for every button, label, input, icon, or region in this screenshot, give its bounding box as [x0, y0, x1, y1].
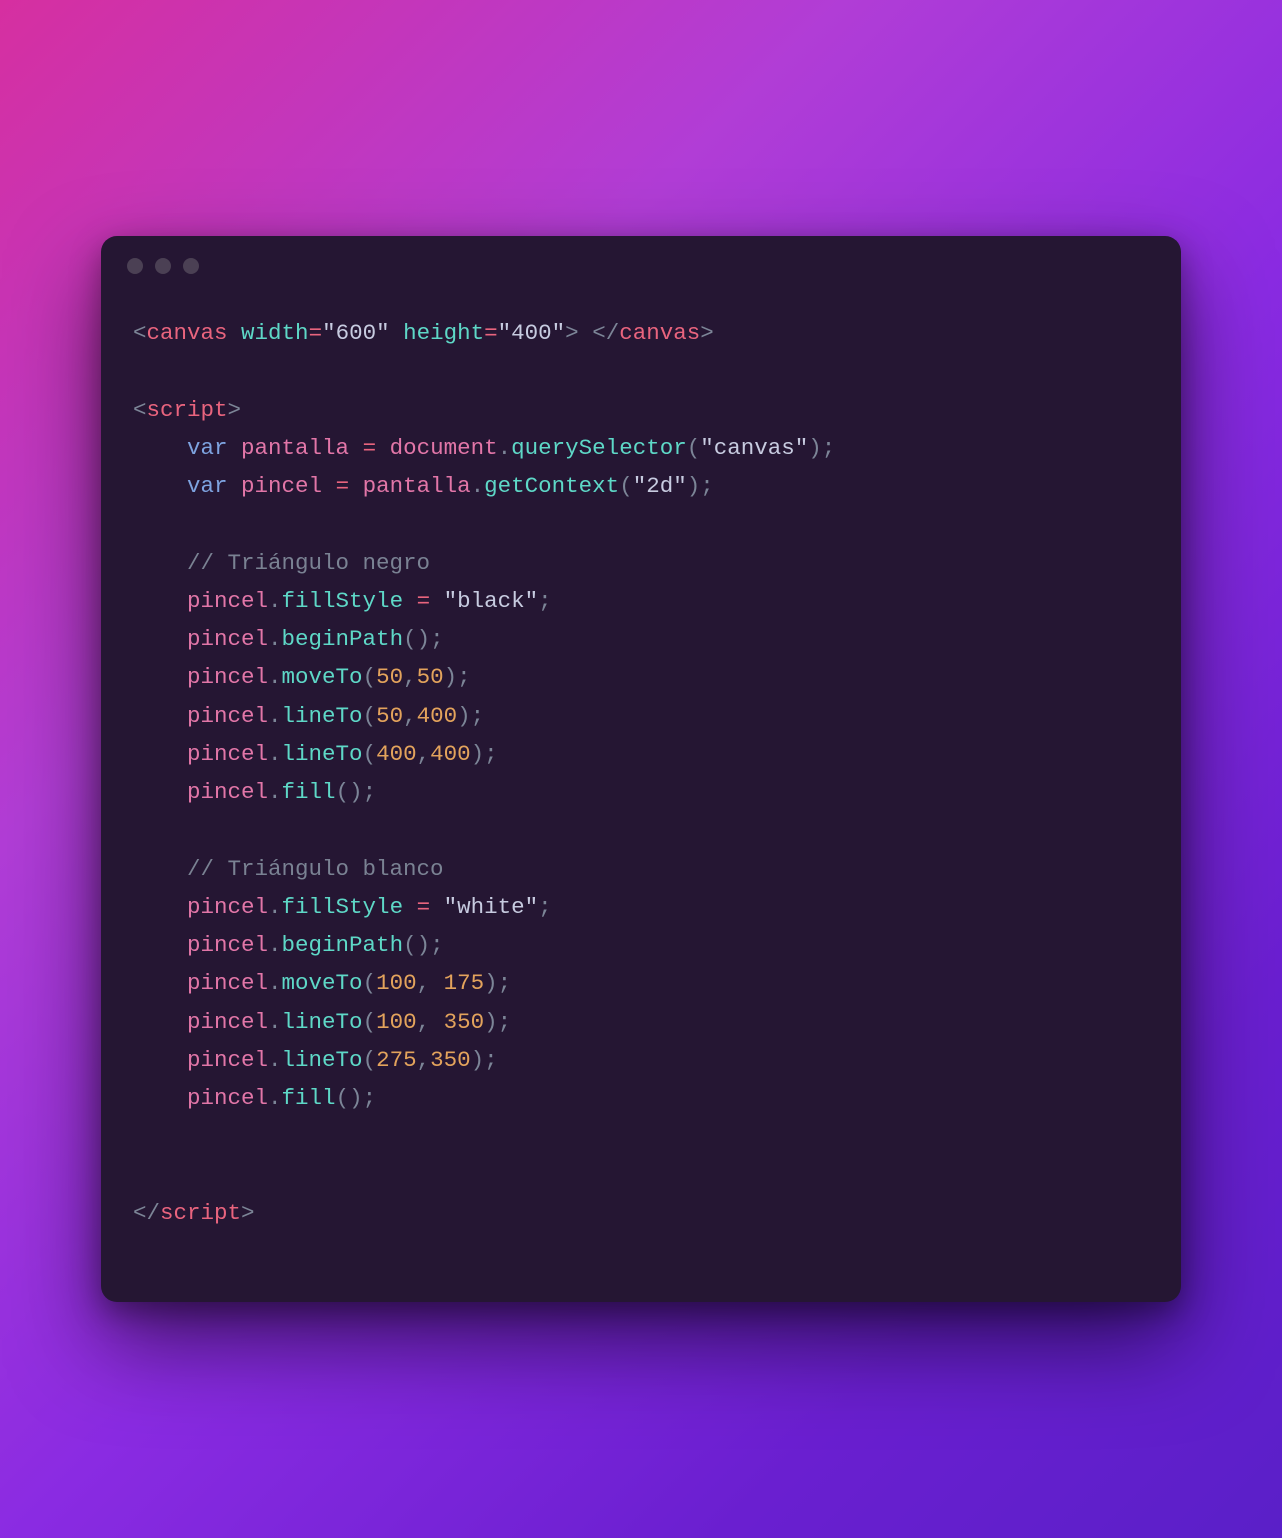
code-line: var pincel = pantalla.getContext("2d");: [133, 473, 714, 499]
code-line: pincel.lineTo(100, 350);: [133, 1009, 511, 1035]
code-line: var pantalla = document.querySelector("c…: [133, 435, 835, 461]
code-line: pincel.fill();: [133, 1085, 376, 1111]
code-line: pincel.fillStyle = "white";: [133, 894, 552, 920]
traffic-light-zoom[interactable]: [183, 258, 199, 274]
code-line: // Triángulo negro: [133, 550, 430, 576]
code-line: pincel.fillStyle = "black";: [133, 588, 552, 614]
window-titlebar: [101, 236, 1181, 284]
traffic-light-minimize[interactable]: [155, 258, 171, 274]
code-line: pincel.beginPath();: [133, 626, 444, 652]
code-line: pincel.lineTo(275,350);: [133, 1047, 498, 1073]
code-line: pincel.beginPath();: [133, 932, 444, 958]
code-line: pincel.lineTo(400,400);: [133, 741, 498, 767]
traffic-light-close[interactable]: [127, 258, 143, 274]
code-line: pincel.moveTo(100, 175);: [133, 970, 511, 996]
code-window: <canvas width="600" height="400"> </canv…: [101, 236, 1181, 1302]
code-line: </script>: [133, 1200, 255, 1226]
code-line: // Triángulo blanco: [133, 856, 444, 882]
code-line: pincel.moveTo(50,50);: [133, 664, 471, 690]
code-line: pincel.lineTo(50,400);: [133, 703, 484, 729]
code-line: <script>: [133, 397, 241, 423]
code-line: pincel.fill();: [133, 779, 376, 805]
code-line: <canvas width="600" height="400"> </canv…: [133, 320, 714, 346]
code-editor[interactable]: <canvas width="600" height="400"> </canv…: [101, 284, 1181, 1302]
